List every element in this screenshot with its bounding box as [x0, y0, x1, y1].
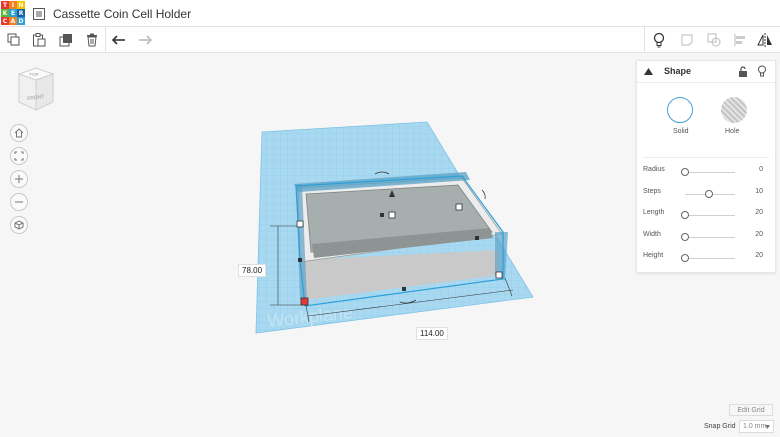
- handle-right[interactable]: [455, 203, 463, 211]
- snap-grid-select[interactable]: 1.0 mm: [739, 420, 774, 433]
- param-slider-knob[interactable]: [681, 232, 689, 241]
- param-row-radius: Radius 0: [637, 165, 775, 179]
- shape-panel-header: Shape: [637, 61, 775, 83]
- param-slider-track[interactable]: [685, 215, 735, 216]
- param-row-height: Height 20: [637, 251, 775, 265]
- handle-origin[interactable]: [300, 297, 309, 306]
- hole-option[interactable]: [721, 97, 747, 123]
- collapse-icon[interactable]: [644, 68, 653, 75]
- solid-option[interactable]: [667, 97, 693, 123]
- param-slider-knob[interactable]: [681, 254, 689, 262]
- param-label: Steps: [643, 187, 661, 195]
- param-value[interactable]: 0: [759, 166, 763, 173]
- param-row-steps: Steps 10: [637, 187, 775, 201]
- handle-bottom[interactable]: [402, 287, 406, 291]
- param-slider-knob[interactable]: [681, 168, 689, 176]
- solid-label: Solid: [673, 128, 689, 135]
- param-value[interactable]: 20: [755, 231, 763, 238]
- param-label: Radius: [643, 166, 665, 173]
- chevron-down-icon: [765, 425, 770, 429]
- panel-divider: [643, 157, 769, 158]
- shape-panel: Shape Solid Hole Radius 0 Steps 10 Length 20 W…: [636, 60, 776, 273]
- param-value[interactable]: 20: [755, 209, 763, 216]
- param-slider-knob[interactable]: [681, 211, 689, 219]
- param-label: Length: [643, 209, 665, 216]
- lock-icon[interactable]: [738, 66, 748, 77]
- handle-edge[interactable]: [475, 236, 479, 240]
- param-slider-track[interactable]: [685, 236, 735, 238]
- snap-grid-value: 1.0 mm: [743, 423, 767, 430]
- handle-top[interactable]: [388, 211, 396, 219]
- param-value[interactable]: 20: [755, 252, 763, 259]
- hole-label: Hole: [725, 128, 740, 135]
- visibility-bulb-icon[interactable]: [757, 65, 767, 78]
- edit-grid-button[interactable]: Edit Grid: [729, 404, 773, 416]
- width-dimension-label[interactable]: 114.00: [416, 327, 448, 340]
- param-label: Width: [643, 230, 661, 238]
- handle-center[interactable]: [380, 213, 384, 217]
- param-row-width: Width 20: [637, 230, 775, 244]
- depth-dimension-label[interactable]: 78.00: [238, 264, 267, 277]
- handle-left[interactable]: [296, 220, 304, 228]
- app-window: { "app": { "logo_letters": ["T","I","N",…: [0, 0, 780, 437]
- param-slider-track[interactable]: [685, 172, 735, 173]
- param-slider-knob[interactable]: [704, 189, 713, 198]
- snap-grid-label: Snap Grid: [704, 423, 736, 430]
- param-slider-track[interactable]: [685, 258, 735, 259]
- param-value[interactable]: 10: [755, 188, 763, 195]
- param-label: Height: [643, 252, 664, 259]
- rotate-icon[interactable]: [481, 189, 486, 200]
- handle-edge[interactable]: [298, 258, 302, 262]
- shape-panel-title: Shape: [664, 66, 692, 76]
- handle-front-right[interactable]: [495, 271, 503, 279]
- param-row-length: Length 20: [637, 208, 775, 222]
